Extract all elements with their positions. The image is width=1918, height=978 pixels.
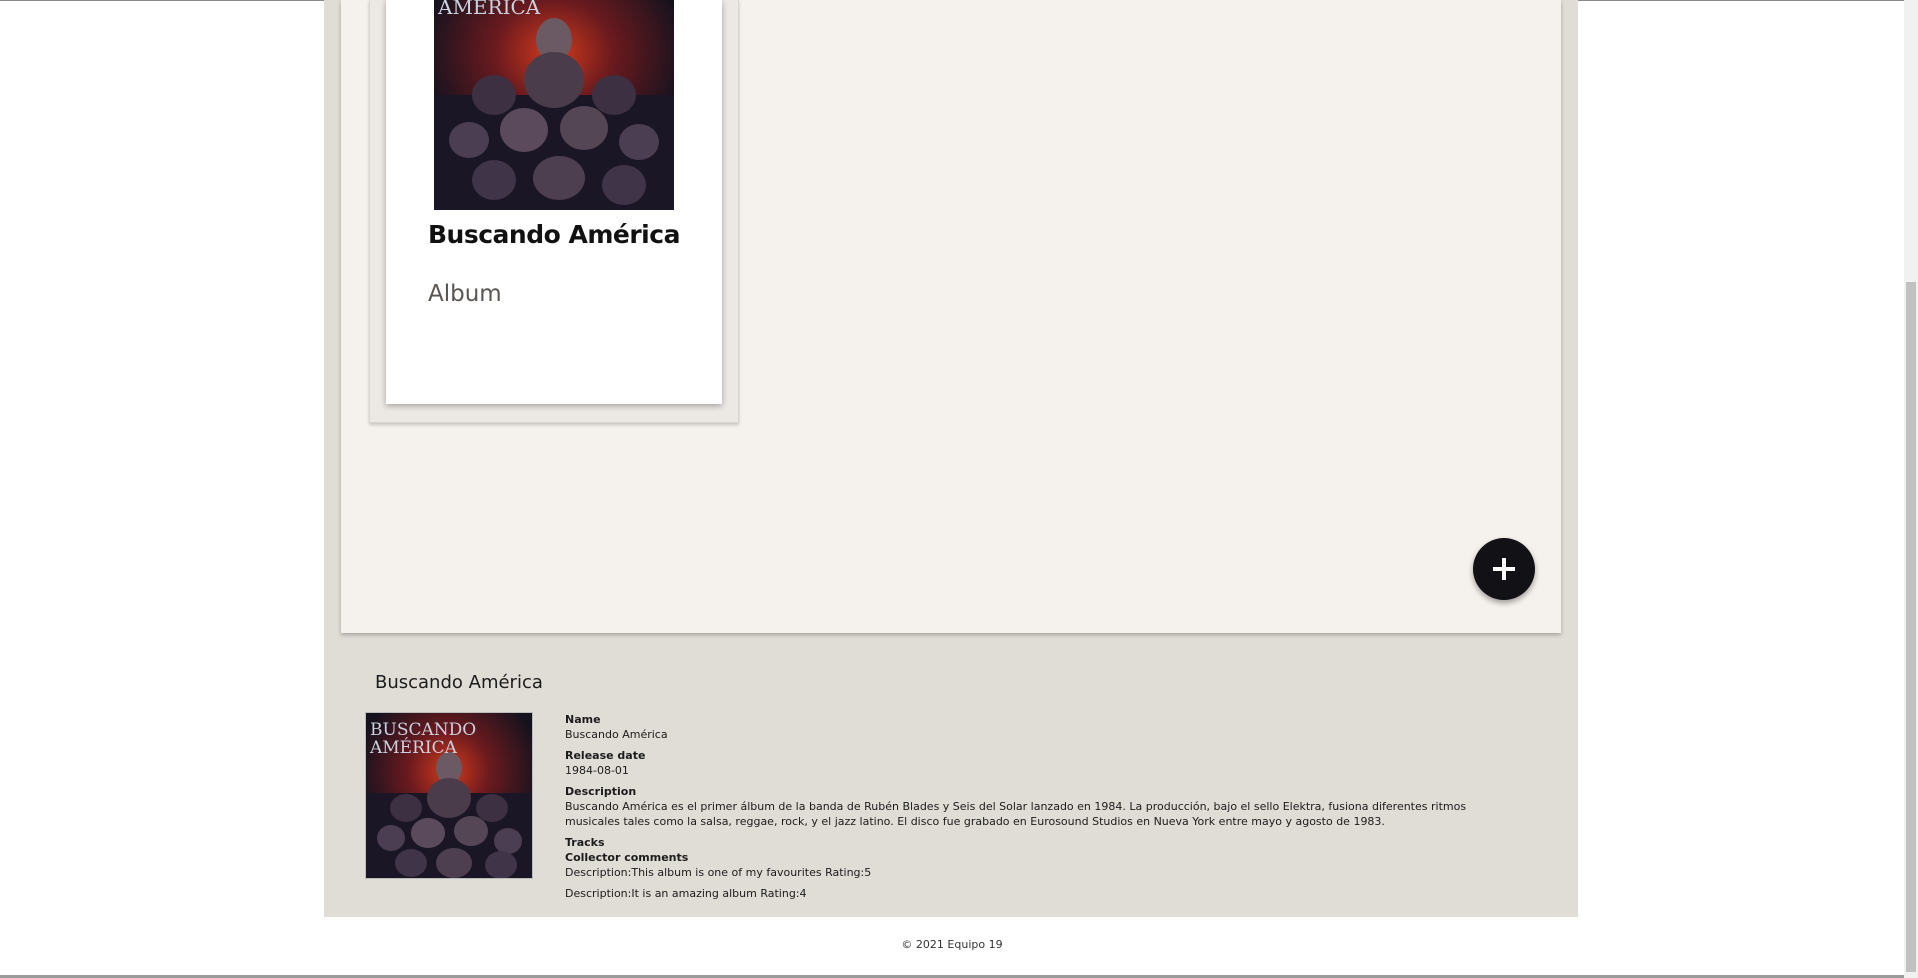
comment-item: Description:It is an amazing album Ratin… (565, 887, 807, 900)
album-card-title[interactable]: Buscando América (428, 220, 680, 249)
add-album-button[interactable] (1473, 538, 1535, 600)
cover-text-bottom: AMÉRICA (369, 737, 458, 758)
collector-comments-label: Collector comments (565, 851, 689, 864)
scrollbar-thumb[interactable] (1906, 282, 1916, 972)
album-detail-title: Buscando América (375, 672, 543, 693)
description-value: Buscando América es el primer álbum de l… (565, 800, 1467, 828)
page: AMÉRICA Buscando América Album Buscando … (0, 0, 1918, 978)
album-card-type: Album (428, 281, 502, 307)
comment-item: Description:This album is one of my favo… (565, 866, 872, 879)
description-label: Description (565, 785, 637, 798)
footer-copyright: © 2021 Equipo 19 (901, 938, 1003, 951)
name-label: Name (565, 713, 601, 726)
tracks-label: Tracks (565, 836, 605, 849)
album-details: Name Buscando América Release date 1984-… (565, 712, 1515, 907)
name-value: Buscando América (565, 728, 668, 741)
album-cover-image[interactable]: AMÉRICA (434, 0, 674, 210)
cover-title-text: AMÉRICA (437, 0, 541, 19)
plus-icon (1493, 558, 1515, 580)
release-date-value: 1984-08-01 (565, 764, 629, 777)
album-detail-cover-image: BUSCANDO AMÉRICA (365, 712, 533, 879)
release-date-label: Release date (565, 749, 646, 762)
cover-text-top: BUSCANDO (370, 720, 476, 740)
